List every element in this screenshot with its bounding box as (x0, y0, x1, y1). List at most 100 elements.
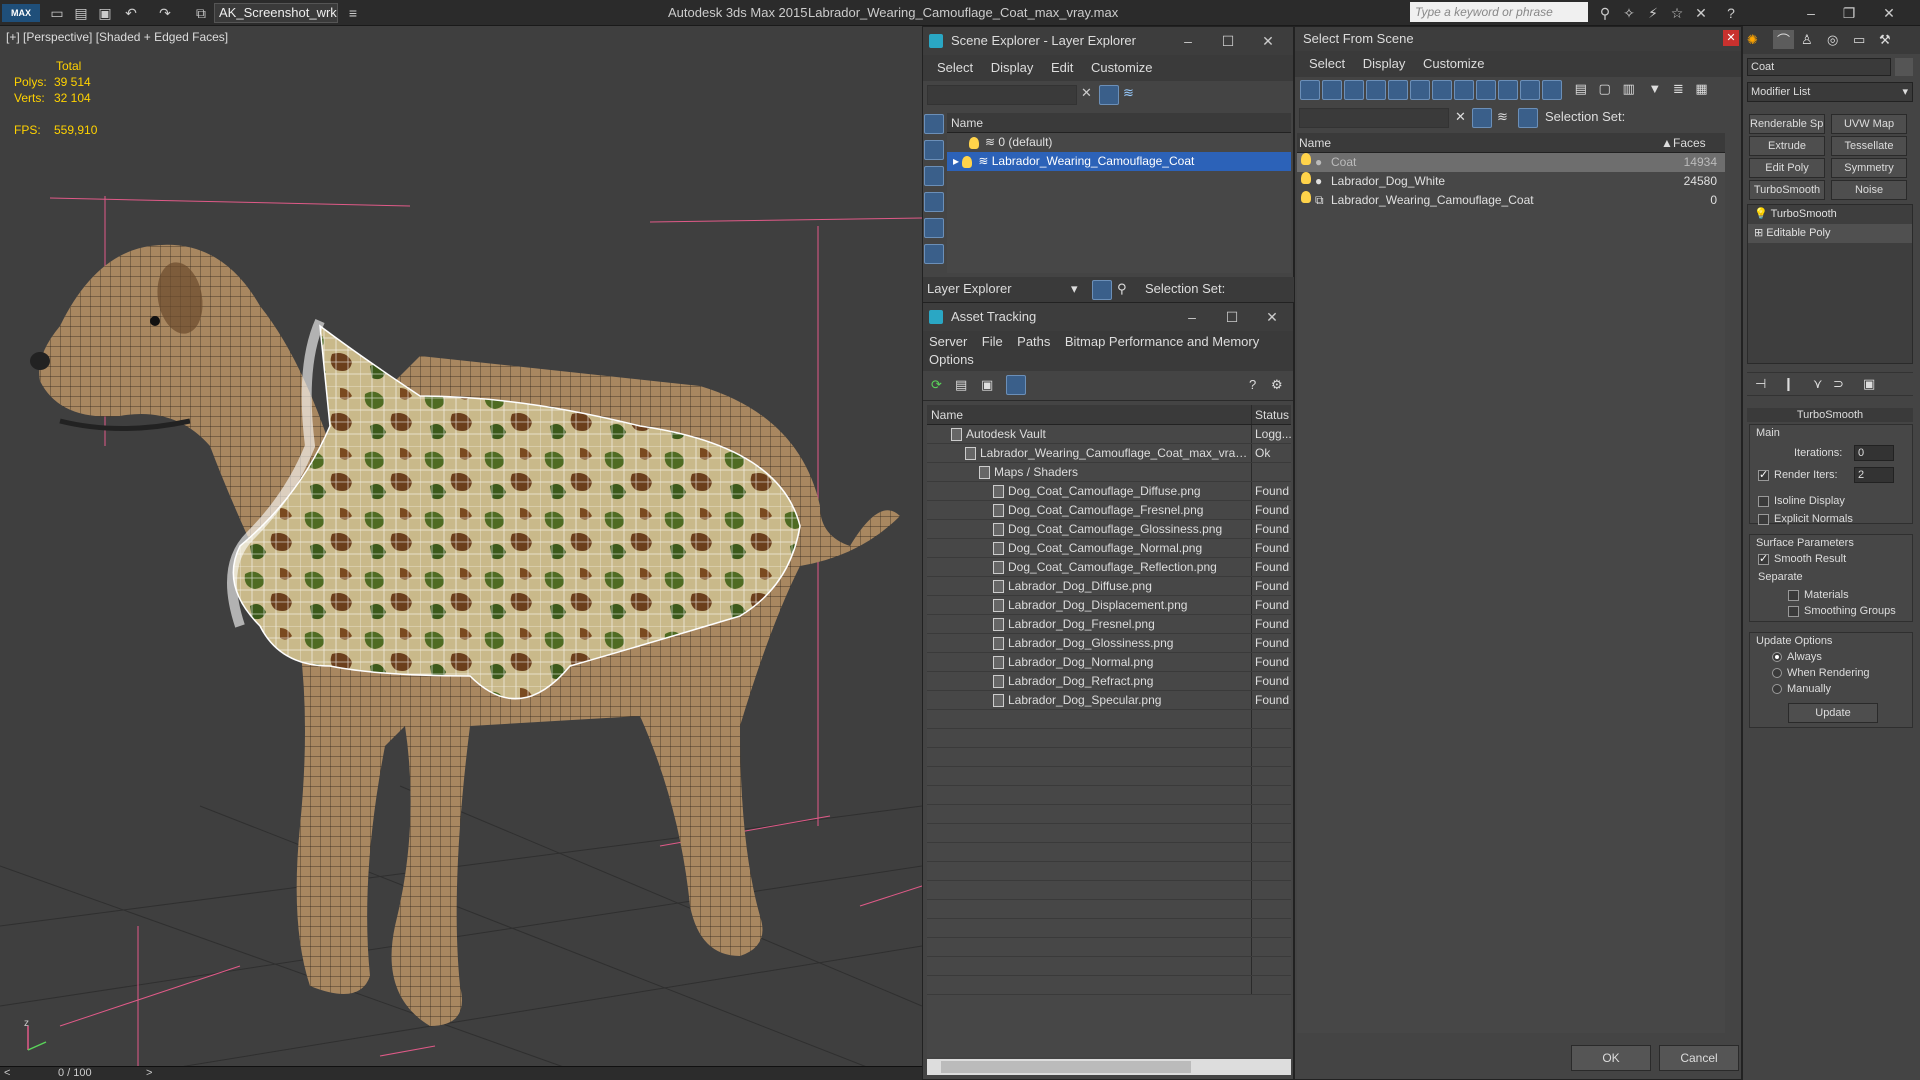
materials-checkbox[interactable] (1788, 589, 1799, 601)
when-rendering-radio[interactable] (1772, 668, 1782, 679)
menu-file[interactable]: File (982, 334, 1003, 349)
always-radio[interactable] (1772, 652, 1782, 663)
object-row-layer[interactable]: ⧉ Labrador_Wearing_Camouflage_Coat 0 (1297, 191, 1725, 210)
close-search-icon[interactable]: ✕ (1692, 4, 1710, 22)
hierarchy-mode-icon[interactable] (1518, 108, 1538, 128)
menu-bitmap-performance[interactable]: Bitmap Performance and Memory (1065, 334, 1259, 349)
filter-icon[interactable] (1472, 108, 1492, 128)
hierarchy-tab-icon[interactable]: ♙ (1801, 32, 1813, 48)
viewport-label[interactable]: [+] [Perspective] [Shaded + Edged Faces] (6, 30, 228, 44)
expand-icon[interactable]: ⊞ (1754, 227, 1763, 239)
pin-stack-icon[interactable]: ⊣ (1755, 376, 1766, 392)
asset-row[interactable]: Autodesk Vault Logg... (927, 425, 1291, 444)
asset-status-column[interactable]: Status (1255, 405, 1289, 425)
tessellate-button[interactable]: Tessellate (1831, 136, 1907, 156)
select-dependents-icon[interactable] (924, 218, 944, 238)
stack-item-turbosmooth[interactable]: 💡 TurboSmooth (1748, 205, 1912, 224)
layers-icon[interactable]: ≋ (1497, 109, 1508, 125)
dropdown-arrow-icon[interactable]: ▾ (1071, 281, 1078, 297)
menu-display[interactable]: Display (991, 60, 1034, 75)
display-spacewarps-icon[interactable] (1410, 80, 1430, 100)
display-shapes-icon[interactable] (1322, 80, 1342, 100)
redo-icon[interactable]: ↷ (156, 4, 174, 22)
asset-row[interactable]: Dog_Coat_Camouflage_Normal.png Found (927, 539, 1291, 558)
stack-item-editable-poly[interactable]: ⊞ Editable Poly (1748, 224, 1912, 243)
uvw-map-button[interactable]: UVW Map (1831, 114, 1907, 134)
scene-explorer-titlebar[interactable]: Scene Explorer - Layer Explorer – ☐ ✕ (923, 27, 1293, 55)
display-none-icon[interactable] (924, 114, 944, 134)
perspective-viewport[interactable]: z [+] [Perspective] [Shaded + Edged Face… (0, 26, 922, 1080)
asset-row[interactable]: Labrador_Dog_Normal.png Found (927, 653, 1291, 672)
settings-icon[interactable]: ⚙ (1271, 377, 1283, 393)
menu-customize[interactable]: Customize (1423, 56, 1484, 71)
filter-icon[interactable] (1099, 85, 1119, 105)
asset-row[interactable]: Labrador_Dog_Diffuse.png Found (927, 577, 1291, 596)
time-slider[interactable]: < 0 / 100 > (0, 1066, 922, 1080)
select-none-icon[interactable]: ▢ (1599, 81, 1611, 96)
table-view-icon[interactable] (1006, 375, 1026, 395)
object-row-labrador[interactable]: ● Labrador_Dog_White 24580 (1297, 172, 1725, 191)
help-icon[interactable]: ? (1722, 4, 1740, 22)
render-iters-spinner[interactable]: 2 (1854, 467, 1894, 483)
close-icon[interactable]: ✕ (1253, 27, 1283, 55)
bulb-icon[interactable] (1301, 172, 1311, 184)
edit-poly-button[interactable]: Edit Poly (1749, 158, 1825, 178)
symmetry-button[interactable]: Symmetry (1831, 158, 1907, 178)
rollout-header[interactable]: TurboSmooth (1747, 408, 1913, 422)
update-button[interactable]: Update (1788, 703, 1878, 723)
remove-modifier-icon[interactable]: ⊃ (1833, 376, 1844, 392)
invert-display-icon[interactable] (924, 166, 944, 186)
binoculars-icon[interactable]: ⚲ (1596, 4, 1614, 22)
help-icon[interactable]: ? (1249, 377, 1256, 392)
menu-paths[interactable]: Paths (1017, 334, 1050, 349)
search-input[interactable]: Type a keyword or phrase (1410, 2, 1588, 22)
minimize-icon[interactable]: – (1802, 4, 1820, 22)
sort-arrow-icon[interactable]: ▲ (1661, 133, 1673, 153)
column-divider[interactable] (1251, 405, 1252, 424)
clear-filter-icon[interactable]: ✕ (1081, 85, 1092, 101)
display-hidden-icon[interactable] (1542, 80, 1562, 100)
object-row-coat[interactable]: ● Coat 14934 (1297, 153, 1725, 172)
display-bones-icon[interactable] (1476, 80, 1496, 100)
display-geometry-icon[interactable] (1300, 80, 1320, 100)
make-unique-icon[interactable]: ⋎ (1813, 376, 1823, 392)
maximize-icon[interactable]: ☐ (1217, 303, 1247, 331)
filter-funnel-icon[interactable]: ▼ (1648, 81, 1661, 96)
display-cameras-icon[interactable] (1366, 80, 1386, 100)
manually-radio[interactable] (1772, 684, 1782, 695)
motion-tab-icon[interactable]: ◎ (1827, 32, 1838, 48)
workspace-dropdown[interactable]: AK_Screenshot_wrksp ▾ (214, 3, 338, 23)
asset-row[interactable]: Dog_Coat_Camouflage_Glossiness.png Found (927, 520, 1291, 539)
thumbnail-icon[interactable]: ▣ (981, 377, 993, 393)
close-icon[interactable]: ✕ (1880, 4, 1898, 22)
configure-sets-icon[interactable]: ▣ (1863, 376, 1875, 392)
asset-row[interactable]: Labrador_Dog_Glossiness.png Found (927, 634, 1291, 653)
display-helpers-icon[interactable] (1388, 80, 1408, 100)
close-icon[interactable]: ✕ (1723, 30, 1739, 46)
bulb-icon[interactable] (1301, 191, 1311, 203)
asset-row[interactable]: Labrador_Dog_Refract.png Found (927, 672, 1291, 691)
asset-name-column[interactable]: Name (931, 405, 963, 425)
display-all-icon[interactable] (924, 140, 944, 160)
maximize-icon[interactable]: ☐ (1213, 27, 1243, 55)
display-frozen-icon[interactable] (1520, 80, 1540, 100)
hierarchy-filter-icon[interactable]: ≣ (1673, 81, 1684, 96)
iterations-spinner[interactable]: 0 (1854, 445, 1894, 461)
open-file-icon[interactable]: ▤ (72, 4, 90, 22)
menu-select[interactable]: Select (937, 60, 973, 75)
filter-input[interactable] (927, 85, 1077, 105)
asset-row[interactable]: Labrador_Wearing_Camouflage_Coat_max_vra… (927, 444, 1291, 463)
undo-icon[interactable]: ↶ (122, 4, 140, 22)
restore-icon[interactable]: ❐ (1840, 4, 1858, 22)
render-iters-checkbox[interactable] (1758, 468, 1769, 481)
select-from-scene-titlebar[interactable]: Select From Scene ✕ (1295, 27, 1741, 51)
object-color-swatch[interactable] (1895, 58, 1913, 76)
display-tab-icon[interactable]: ▭ (1853, 32, 1865, 48)
cancel-button[interactable]: Cancel (1659, 1045, 1739, 1071)
expand-arrow-icon[interactable]: ▸ (953, 154, 962, 168)
display-groups-icon[interactable] (1432, 80, 1452, 100)
project-icon[interactable]: ⧉ (192, 4, 210, 22)
minimize-icon[interactable]: – (1177, 303, 1207, 331)
save-icon[interactable]: ▣ (96, 4, 114, 22)
subscription-icon[interactable]: ⚡ (1644, 4, 1662, 22)
